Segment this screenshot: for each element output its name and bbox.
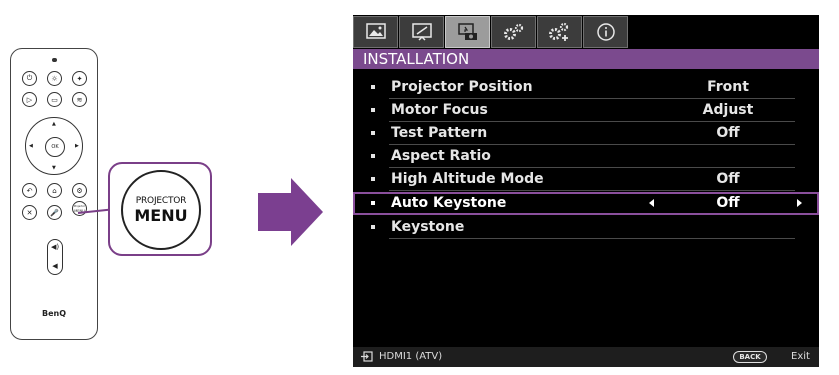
- menu-row-motor-focus[interactable]: Motor Focus Adjust: [353, 99, 819, 122]
- brand-logo: BenQ: [41, 309, 67, 318]
- menu-row-value: Front: [707, 79, 749, 95]
- menu-row-aspect-ratio[interactable]: Aspect Ratio: [353, 145, 819, 168]
- menu-row-value: Off: [716, 171, 740, 187]
- menu-row-value: Off: [716, 195, 740, 211]
- dpad[interactable]: ▲ ▼ ◀ ▶ OK: [25, 117, 83, 175]
- arrow-right-icon: [258, 193, 292, 231]
- picture-icon: [365, 23, 386, 39]
- installation-icon: [457, 23, 477, 40]
- input-source-label: HDMI1 (ATV): [379, 351, 443, 362]
- menu-row-label: High Altitude Mode: [391, 171, 544, 187]
- bluetooth-button[interactable]: ✦: [72, 71, 87, 86]
- tab-information[interactable]: [583, 16, 628, 48]
- status-footer: HDMI1 (ATV) BACK Exit: [353, 347, 819, 367]
- remote-control: ⏻ ☼ ✦ ▷ ▭ ≋ ▲ ▼ ◀ ▶ OK ↶ ⌂ ⚙ ✕ 🎤 ◀) ◀ Be…: [10, 48, 98, 340]
- settings-button[interactable]: ⚙: [72, 183, 87, 198]
- callout-label-top: PROJECTOR: [135, 195, 187, 206]
- menu-row-label: Keystone: [391, 219, 465, 235]
- volume-up-icon[interactable]: ◀): [48, 243, 62, 251]
- display-icon: [411, 23, 432, 41]
- info-icon: [596, 23, 615, 41]
- menu-row-label: Aspect Ratio: [391, 148, 491, 164]
- play-button[interactable]: ▷: [22, 92, 37, 107]
- back-button[interactable]: ↶: [22, 183, 37, 198]
- input-button[interactable]: ▭: [47, 92, 62, 107]
- power-button[interactable]: ⏻: [22, 71, 37, 86]
- tab-installation[interactable]: [445, 16, 490, 48]
- osd-menu: INSTALLATION Projector Position Front Mo…: [353, 15, 819, 367]
- menu-row-label: Motor Focus: [391, 102, 488, 118]
- bullet-icon: [371, 177, 375, 181]
- menu-row-high-altitude-mode[interactable]: High Altitude Mode Off: [353, 168, 819, 191]
- menu-row-auto-keystone[interactable]: Auto Keystone Off: [353, 192, 819, 215]
- system-settings-icon: [503, 23, 523, 40]
- projector-menu-button[interactable]: Projector MENU: [72, 201, 87, 216]
- menu-row-keystone[interactable]: Keystone: [353, 216, 819, 239]
- callout-label-bottom: MENU: [134, 205, 188, 225]
- volume-down-icon[interactable]: ◀: [48, 262, 62, 270]
- tab-advanced-settings[interactable]: [537, 16, 582, 48]
- eco-button[interactable]: ☼: [47, 71, 62, 86]
- mute-button[interactable]: ✕: [22, 205, 37, 220]
- advanced-settings-icon: [548, 22, 568, 41]
- callout-box: PROJECTOR MENU: [108, 162, 212, 256]
- dpad-right-icon[interactable]: ▶: [75, 143, 79, 149]
- arrow-right-icon[interactable]: [797, 199, 802, 207]
- bullet-icon: [371, 85, 375, 89]
- menu-row-value: Adjust: [702, 102, 754, 118]
- bullet-icon: [371, 131, 375, 135]
- input-source-icon: [361, 351, 373, 362]
- bullet-icon: [371, 225, 375, 229]
- menu-row-label: Projector Position: [391, 79, 533, 95]
- menu-row-test-pattern[interactable]: Test Pattern Off: [353, 122, 819, 145]
- menu-row-value: Off: [716, 125, 740, 141]
- ir-sensor-dot: [52, 58, 57, 62]
- projector-menu-callout: PROJECTOR MENU: [121, 170, 201, 250]
- menu-row-label: Auto Keystone: [391, 195, 507, 211]
- dpad-down-icon[interactable]: ▼: [52, 165, 56, 171]
- back-hint-button[interactable]: BACK: [733, 351, 767, 363]
- arrow-head: [291, 178, 323, 246]
- bullet-icon: [371, 201, 375, 205]
- row-divider: [389, 238, 795, 239]
- section-title: INSTALLATION: [363, 50, 470, 68]
- dpad-left-icon[interactable]: ◀: [29, 143, 33, 149]
- section-header: INSTALLATION: [353, 49, 819, 69]
- menu-tabs: [353, 15, 819, 49]
- ok-button[interactable]: OK: [45, 137, 65, 157]
- mic-button[interactable]: 🎤: [47, 205, 62, 220]
- tab-system-settings[interactable]: [491, 16, 536, 48]
- tab-picture[interactable]: [353, 16, 398, 48]
- menu-row-projector-position[interactable]: Projector Position Front: [353, 76, 819, 99]
- picture-mode-button[interactable]: ≋: [72, 92, 87, 107]
- exit-label: Exit: [791, 351, 810, 362]
- volume-rocker[interactable]: ◀) ◀: [47, 239, 63, 275]
- bullet-icon: [371, 108, 375, 112]
- bullet-icon: [371, 154, 375, 158]
- dpad-up-icon[interactable]: ▲: [52, 121, 56, 127]
- menu-row-label: Test Pattern: [391, 125, 488, 141]
- tab-display[interactable]: [399, 16, 444, 48]
- home-button[interactable]: ⌂: [47, 183, 62, 198]
- row-divider: [389, 190, 795, 191]
